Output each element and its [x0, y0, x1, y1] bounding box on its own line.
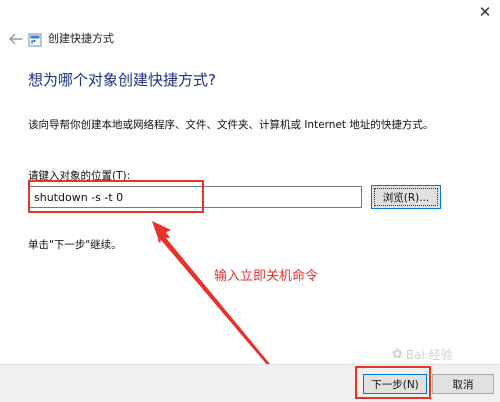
annotation-text: 输入立即关机命令 — [214, 269, 319, 284]
close-button[interactable]: ✕ — [470, 0, 500, 24]
browse-button[interactable]: 浏览(R)... — [371, 185, 441, 209]
title-bar — [0, 0, 500, 28]
cancel-button[interactable]: 取消 — [432, 374, 494, 394]
wizard-heading: 想为哪个对象创建快捷方式? — [28, 71, 216, 89]
browse-button-label: 浏览(R)... — [382, 191, 430, 204]
watermark: ✿ Bai 经验 — [392, 346, 453, 363]
watermark-text: Bai 经验 — [405, 348, 453, 362]
shortcut-wizard-icon — [28, 33, 42, 47]
continue-hint: 单击"下一步"继续。 — [28, 239, 122, 251]
close-icon: ✕ — [478, 3, 492, 21]
location-label: 请键入对象的位置(T): — [28, 170, 131, 182]
back-button[interactable] — [6, 30, 26, 48]
back-arrow-icon — [9, 33, 22, 45]
wizard-description: 该向导帮你创建本地或网络程序、文件、文件夹、计算机或 Internet 地址的快… — [28, 119, 434, 131]
window-title: 创建快捷方式 — [48, 32, 114, 45]
paw-icon: ✿ — [392, 347, 403, 362]
next-button[interactable]: 下一步(N) — [363, 374, 427, 394]
cancel-button-label: 取消 — [452, 378, 474, 391]
next-button-label: 下一步(N) — [371, 378, 419, 391]
location-input[interactable] — [28, 186, 362, 208]
